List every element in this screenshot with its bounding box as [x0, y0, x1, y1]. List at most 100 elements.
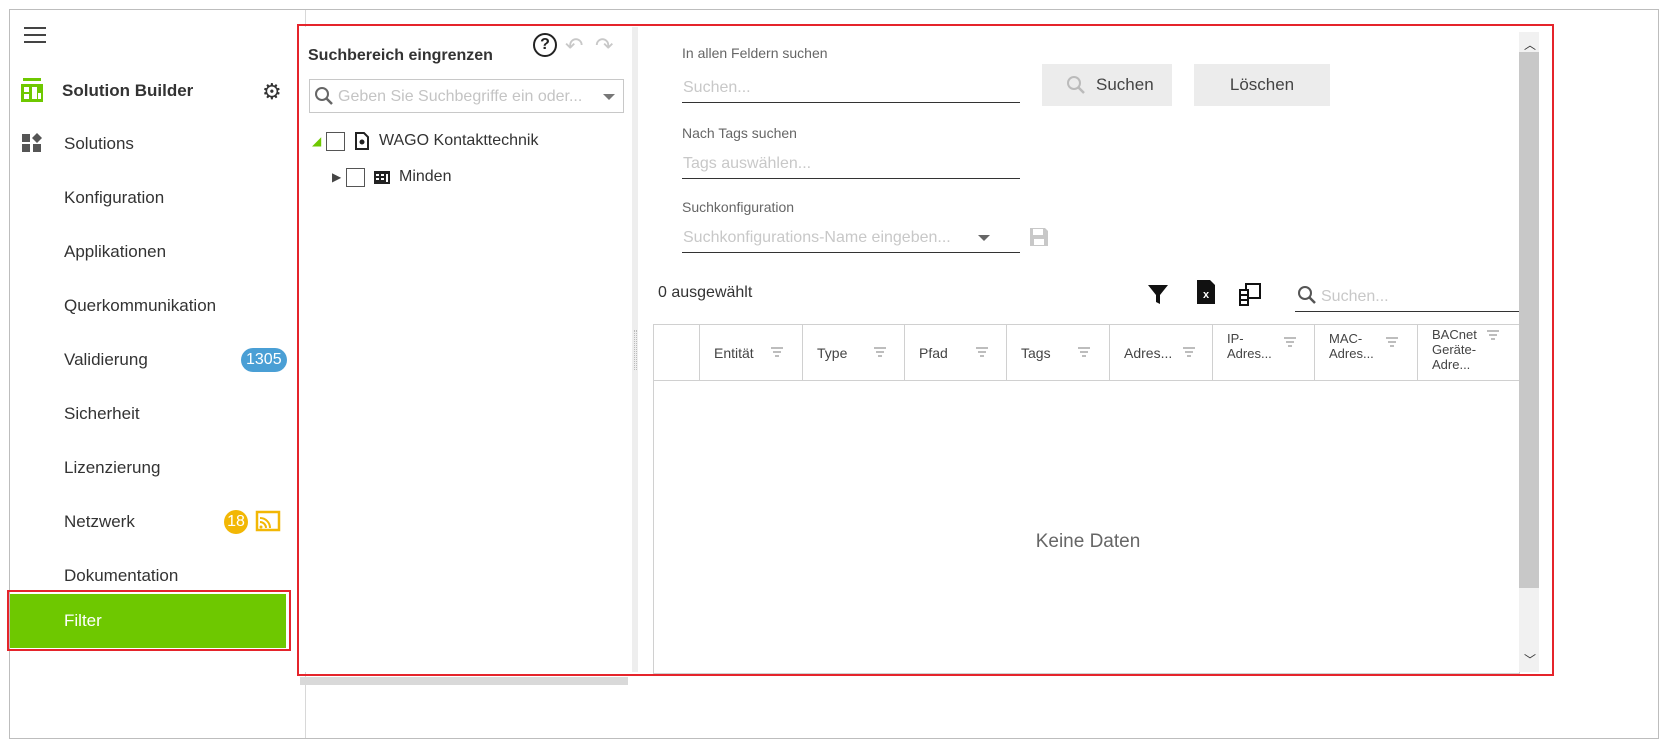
tree-node-checkbox[interactable]	[346, 167, 365, 187]
company-document-icon	[355, 132, 369, 150]
column-filter-icon[interactable]	[1077, 347, 1091, 357]
sidebar-item-querkommunikation[interactable]: Querkommunikation	[10, 279, 306, 333]
sidebar-item-label: Lizenzierung	[64, 458, 161, 477]
tree-node-label: Minden	[399, 168, 452, 185]
sidebar-item-label: Konfiguration	[64, 188, 165, 207]
sidebar-item-label: Applikationen	[64, 242, 167, 261]
app-brand: Solution Builder ⚙	[10, 70, 306, 110]
column-filter-icon[interactable]	[1182, 347, 1196, 357]
tree-node-label: WAGO Kontakttechnik	[379, 132, 539, 149]
sidebar-item-label: Netzwerk	[64, 512, 135, 531]
column-header-ip-adresse[interactable]: IP-Adres...	[1212, 325, 1314, 381]
column-header-label: BACnet Geräte-Adre...	[1432, 327, 1477, 372]
sidebar: Solution Builder ⚙ Solutions Konfigurati…	[10, 10, 306, 738]
tags-placeholder: Tags auswählen...	[683, 155, 812, 172]
column-header-tags[interactable]: Tags	[1006, 325, 1109, 381]
app-title: Solution Builder	[62, 81, 194, 100]
chevron-down-icon[interactable]	[603, 94, 615, 100]
network-count-badge: 18	[224, 510, 248, 534]
scope-tree-panel: Suchbereich eingrenzen ? ↶ ↷ Geben Sie S…	[300, 27, 638, 672]
column-filter-icon[interactable]	[975, 347, 989, 357]
filter-icon[interactable]	[1146, 282, 1170, 308]
scroll-up-icon[interactable]: ︿	[1524, 36, 1536, 53]
sidebar-item-applikationen[interactable]: Applikationen	[10, 225, 306, 279]
sidebar-item-netzwerk[interactable]: Netzwerk 18	[10, 495, 306, 549]
collapse-triangle-icon[interactable]: ◢	[312, 134, 326, 148]
grid-search-placeholder: Suchen...	[1321, 288, 1389, 305]
column-filter-icon[interactable]	[1385, 337, 1399, 347]
clear-button[interactable]: Löschen	[1194, 64, 1330, 106]
column-header-mac-adresse[interactable]: MAC-Adres...	[1314, 325, 1417, 381]
column-header-label: Tags	[1021, 345, 1051, 361]
tree-node-wago[interactable]: ◢ WAGO Kontakttechnik	[312, 128, 538, 154]
selected-count: 0 ausgewählt	[658, 284, 753, 301]
search-button-label: Suchen	[1096, 75, 1154, 94]
column-filter-icon[interactable]	[1486, 330, 1500, 340]
search-config-input[interactable]: Suchkonfigurations-Name eingeben...	[682, 223, 1020, 253]
hamburger-menu-icon[interactable]	[24, 27, 46, 43]
column-header-label: MAC-Adres...	[1329, 331, 1374, 361]
search-button[interactable]: Suchen	[1042, 64, 1172, 106]
wago-logo-icon	[21, 78, 43, 102]
dashboard-icon	[22, 133, 42, 152]
column-header-label: Pfad	[919, 345, 948, 361]
undo-icon[interactable]: ↶	[565, 33, 583, 59]
column-filter-icon[interactable]	[1283, 337, 1297, 347]
column-header-pfad[interactable]: Pfad	[904, 325, 1006, 381]
column-header-label: Adres...	[1124, 345, 1173, 361]
tree-node-minden[interactable]: ▶ Minden	[332, 164, 451, 190]
scroll-down-icon[interactable]: ﹀	[1524, 651, 1536, 668]
cast-icon[interactable]	[255, 510, 281, 532]
expand-triangle-icon[interactable]: ▶	[332, 170, 346, 184]
search-icon	[1067, 76, 1085, 94]
tree-horizontal-scrollbar[interactable]	[300, 677, 628, 685]
sidebar-item-label: Solutions	[64, 134, 134, 153]
column-filter-icon[interactable]	[873, 347, 887, 357]
all-fields-label: In allen Feldern suchen	[682, 45, 828, 61]
building-icon	[374, 171, 390, 184]
redo-icon[interactable]: ↷	[595, 33, 613, 59]
sidebar-item-label: Validierung	[64, 350, 148, 369]
tree-node-checkbox[interactable]	[326, 131, 345, 151]
select-all-column[interactable]	[654, 325, 699, 381]
sidebar-item-lizenzierung[interactable]: Lizenzierung	[10, 441, 306, 495]
sidebar-item-solutions[interactable]: Solutions	[10, 117, 306, 171]
column-header-type[interactable]: Type	[802, 325, 904, 381]
vertical-scrollbar[interactable]: ︿ ﹀	[1519, 32, 1539, 672]
sidebar-item-label: Filter	[64, 611, 102, 630]
excel-export-icon[interactable]: x	[1194, 279, 1218, 305]
panel-splitter-handle[interactable]	[634, 330, 637, 370]
empty-grid-message: Keine Daten	[1035, 531, 1141, 552]
column-filter-icon[interactable]	[770, 347, 784, 357]
tags-select-input[interactable]: Tags auswählen...	[682, 149, 1020, 179]
search-icon	[315, 87, 333, 105]
grid-header: Entität Type Pfad Tags Adres... IP-Adres…	[654, 325, 1519, 381]
results-grid: Entität Type Pfad Tags Adres... IP-Adres…	[653, 324, 1520, 674]
tree-panel-title: Suchbereich eingrenzen	[308, 47, 493, 64]
chevron-down-icon[interactable]	[978, 235, 990, 241]
tags-label: Nach Tags suchen	[682, 125, 797, 141]
help-icon[interactable]: ?	[533, 33, 557, 57]
search-results-panel: In allen Feldern suchen Suchen... Suchen…	[653, 27, 1520, 674]
column-header-bacnet-adresse[interactable]: BACnet Geräte-Adre...	[1417, 325, 1519, 381]
column-chooser-icon[interactable]	[1238, 281, 1262, 307]
svg-text:x: x	[1203, 289, 1210, 301]
save-icon[interactable]	[1028, 226, 1050, 248]
sidebar-item-validierung[interactable]: Validierung 1305	[10, 333, 306, 387]
gear-icon[interactable]: ⚙	[262, 79, 282, 105]
search-config-label: Suchkonfiguration	[682, 199, 795, 215]
tree-search-input[interactable]: Geben Sie Suchbegriffe ein oder...	[309, 79, 624, 113]
sidebar-item-konfiguration[interactable]: Konfiguration	[10, 171, 306, 225]
clear-button-label: Löschen	[1229, 75, 1295, 94]
sidebar-item-sicherheit[interactable]: Sicherheit	[10, 387, 306, 441]
column-header-label: Entität	[714, 345, 754, 361]
column-header-entitaet[interactable]: Entität	[699, 325, 802, 381]
sidebar-item-filter[interactable]: Filter	[10, 594, 286, 648]
sidebar-item-label: Sicherheit	[64, 404, 140, 423]
column-header-adresse[interactable]: Adres...	[1109, 325, 1212, 381]
all-fields-search-input[interactable]: Suchen...	[682, 73, 1020, 103]
search-icon	[1298, 286, 1316, 304]
tree-search-placeholder: Geben Sie Suchbegriffe ein oder...	[338, 88, 583, 105]
scrollbar-thumb[interactable]	[1519, 52, 1539, 588]
grid-search-input[interactable]: Suchen...	[1295, 280, 1520, 312]
